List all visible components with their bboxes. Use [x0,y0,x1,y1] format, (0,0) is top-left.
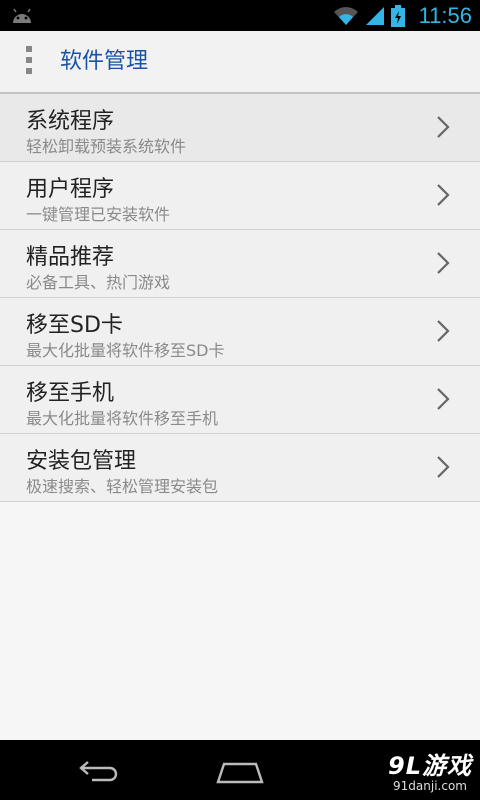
menu-item-subtitle: 最大化批量将软件移至SD卡 [26,341,225,360]
chevron-right-icon [437,252,450,274]
watermark-url: 91danji.com [393,779,467,793]
chevron-right-icon [437,184,450,206]
menu-item-subtitle: 最大化批量将软件移至手机 [26,409,219,428]
menu-item-subtitle: 极速搜索、轻松管理安装包 [26,477,219,496]
wifi-icon [333,6,358,25]
navigation-bar: 9L游戏 91danji.com [0,740,480,800]
menu-item-move-to-sd[interactable]: 移至SD卡 最大化批量将软件移至SD卡 [0,298,480,366]
menu-item-move-to-phone[interactable]: 移至手机 最大化批量将软件移至手机 [0,366,480,434]
page-title: 软件管理 [60,49,149,74]
menu-item-apk-manager[interactable]: 安装包管理 极速搜索、轻松管理安装包 [0,434,480,502]
clock: 11:56 [418,2,472,28]
menu-item-title: 安装包管理 [26,449,137,474]
status-icons: 11:56 [333,0,472,31]
menu-list: 系统程序 轻松卸载预装系统软件 用户程序 一键管理已安装软件 精品推荐 必备工具… [0,94,480,502]
menu-item-title: 精品推荐 [26,245,115,270]
overflow-menu-icon[interactable] [24,46,34,76]
watermark-logo: 9L游戏 [388,752,472,780]
android-icon [13,8,31,23]
menu-item-title: 移至手机 [26,381,115,406]
watermark: 9L游戏 91danji.com [388,746,472,793]
signal-icon [365,6,384,25]
menu-item-recommended[interactable]: 精品推荐 必备工具、热门游戏 [0,230,480,298]
menu-item-user-apps[interactable]: 用户程序 一键管理已安装软件 [0,162,480,230]
back-icon[interactable] [78,758,122,782]
chevron-right-icon [437,320,450,342]
menu-item-title: 系统程序 [26,109,115,134]
chevron-right-icon [437,388,450,410]
menu-item-title: 用户程序 [26,177,115,202]
chevron-right-icon [437,116,450,138]
status-bar: 11:56 [0,0,480,31]
menu-item-subtitle: 一键管理已安装软件 [26,205,171,224]
menu-item-system-apps[interactable]: 系统程序 轻松卸载预装系统软件 [0,94,480,162]
menu-item-title: 移至SD卡 [26,313,123,338]
chevron-right-icon [437,456,450,478]
menu-item-subtitle: 轻松卸载预装系统软件 [26,137,187,156]
battery-charging-icon [390,4,405,27]
home-icon[interactable] [216,760,264,784]
menu-item-subtitle: 必备工具、热门游戏 [26,273,171,292]
action-bar: 软件管理 [0,31,480,94]
